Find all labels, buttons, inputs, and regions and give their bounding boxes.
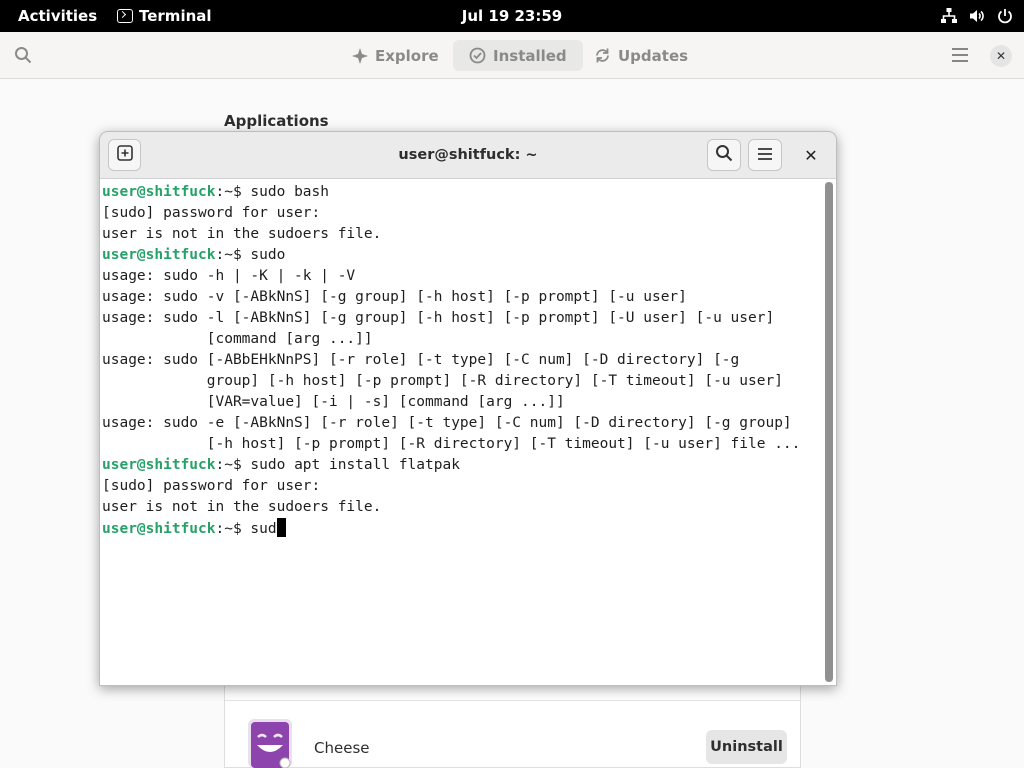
updates-icon [594, 47, 611, 64]
command-text: sudo bash [250, 184, 329, 200]
terminal-window[interactable]: user@shitfuck: ~ ✕ user@shitfuck:~$ sudo… [99, 131, 837, 686]
search-icon[interactable] [14, 46, 32, 68]
command-text: sud [250, 521, 277, 537]
terminal-output[interactable]: user@shitfuck:~$ sudo bash [sudo] passwor… [100, 180, 822, 685]
terminal-headerbar[interactable]: user@shitfuck: ~ ✕ [100, 132, 836, 179]
command-text: sudo [250, 247, 286, 263]
terminal-output-line: [-h host] [-p prompt] [-R directory] [-T… [102, 436, 801, 452]
tab-installed-label: Installed [493, 46, 567, 65]
terminal-scrollbar[interactable] [825, 182, 833, 682]
terminal-output-line: usage: sudo -h | -K | -k | -V [102, 268, 356, 284]
prompt-user: user@shitfuck [102, 247, 216, 263]
prompt-path: :~$ [215, 184, 251, 200]
top-bar: Activities Terminal Jul 19 23:59 [0, 0, 1024, 32]
terminal-output-line: [sudo] password for user: [102, 205, 321, 221]
explore-icon [352, 47, 368, 64]
prompt-path: :~$ [215, 521, 251, 537]
terminal-menu-button[interactable] [748, 139, 782, 171]
installed-check-icon [469, 47, 486, 64]
hamburger-menu-icon [757, 146, 773, 165]
terminal-output-line: usage: sudo [-ABbEHkNnPS] [-r role] [-t … [102, 352, 740, 368]
new-tab-button[interactable] [108, 139, 141, 171]
terminal-prompt-line: user@shitfuck:~$ sudo bash [102, 182, 822, 203]
prompt-user: user@shitfuck [102, 184, 216, 200]
new-tab-icon [116, 145, 133, 165]
close-icon[interactable]: ✕ [990, 45, 1012, 67]
terminal-search-button[interactable] [707, 139, 741, 171]
system-status-area[interactable] [940, 0, 1014, 32]
close-icon: ✕ [804, 145, 818, 165]
search-icon [715, 144, 733, 166]
prompt-path: :~$ [215, 247, 251, 263]
tab-updates-label: Updates [618, 46, 689, 65]
tab-explore[interactable]: Explore [336, 40, 455, 71]
terminal-output-line: user is not in the sudoers file. [102, 226, 382, 242]
terminal-prompt-line: user@shitfuck:~$ sud [102, 518, 822, 539]
prompt-user: user@shitfuck [102, 457, 216, 473]
terminal-output-line: usage: sudo -e [-ABkNnS] [-r role] [-t t… [102, 415, 792, 431]
network-wired-icon [940, 7, 958, 25]
hamburger-menu-icon[interactable] [951, 47, 969, 67]
uninstall-button[interactable]: Uninstall [706, 730, 787, 764]
terminal-output-line: group] [-h host] [-p prompt] [-R directo… [102, 373, 783, 389]
installed-apps-list: Cheese Uninstall [224, 686, 801, 768]
terminal-output-line: [command [arg ...]] [102, 331, 373, 347]
terminal-output-line: user is not in the sudoers file. [102, 499, 382, 515]
command-text: sudo apt install flatpak [250, 457, 460, 473]
terminal-prompt-line: user@shitfuck:~$ sudo [102, 245, 822, 266]
app-menu-label: Terminal [139, 7, 212, 25]
terminal-output-line: usage: sudo -l [-ABkNnS] [-g group] [-h … [102, 310, 775, 326]
scrollbar-thumb[interactable] [825, 182, 833, 682]
terminal-output-line: [VAR=value] [-i | -s] [command [arg ...]… [102, 394, 565, 410]
power-icon [996, 7, 1014, 25]
tab-installed[interactable]: Installed [453, 40, 583, 71]
cheese-app-icon [248, 719, 292, 768]
terminal-close-button[interactable]: ✕ [798, 142, 824, 168]
list-divider [225, 700, 800, 701]
activities-button[interactable]: Activities [18, 0, 97, 32]
terminal-output-line: usage: sudo -v [-ABkNnS] [-g group] [-h … [102, 289, 687, 305]
app-name-cheese: Cheese [314, 739, 370, 757]
volume-icon [968, 7, 986, 25]
tab-updates[interactable]: Updates [578, 40, 704, 71]
app-menu-button[interactable]: Terminal [117, 0, 212, 32]
applications-heading: Applications [224, 112, 329, 130]
terminal-icon [117, 9, 133, 23]
terminal-output-line: [sudo] password for user: [102, 478, 321, 494]
software-headerbar: Explore Installed Updates ✕ [0, 32, 1024, 79]
tab-explore-label: Explore [375, 46, 439, 65]
prompt-path: :~$ [215, 457, 251, 473]
text-cursor [276, 518, 286, 537]
prompt-user: user@shitfuck [102, 521, 216, 537]
terminal-prompt-line: user@shitfuck:~$ sudo apt install flatpa… [102, 455, 822, 476]
